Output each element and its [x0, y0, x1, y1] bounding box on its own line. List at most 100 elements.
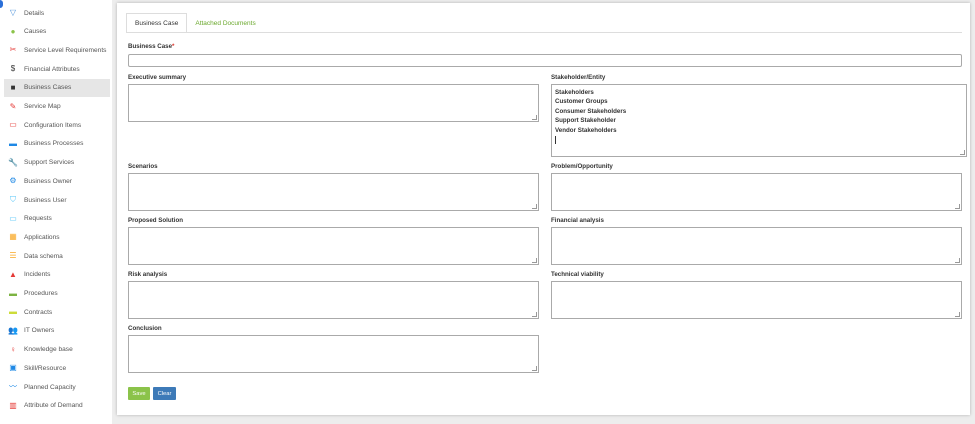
sidebar-item-label: Financial Attributes — [24, 65, 80, 73]
stakeholder-line: Vendor Stakeholders — [555, 126, 617, 134]
clear-button[interactable]: Clear — [153, 387, 176, 400]
grid-icon: ▦ — [9, 232, 17, 242]
pencil-icon: ✎ — [9, 101, 17, 111]
causes-icon: ● — [10, 26, 16, 36]
sidebar-item-label: Procedures — [24, 290, 58, 297]
sidebar-item-contracts[interactable]: ▬ Contracts — [4, 303, 110, 321]
suitcase-icon: ▬ — [9, 138, 17, 148]
sidebar-item-procedures[interactable]: ▬ Procedures — [4, 285, 110, 303]
sidebar-item-label: Business Cases — [24, 84, 72, 92]
save-button[interactable]: Save — [128, 387, 150, 400]
executive-summary-label: Executive summary — [128, 74, 187, 81]
chart-line-icon: 〰 — [9, 382, 17, 391]
book-icon: ▥ — [9, 400, 17, 410]
proposed-solution-textarea[interactable] — [128, 227, 539, 265]
stakeholder-line: Consumer Stakeholders — [555, 107, 627, 115]
wrench-icon: 🔧 — [8, 157, 18, 167]
proposed-solution-label: Proposed Solution — [128, 217, 183, 224]
financial-analysis-textarea[interactable] — [551, 227, 962, 265]
sidebar-item-label: Details — [24, 9, 45, 17]
monitor-icon: ▭ — [9, 120, 17, 130]
sidebar-item-service-level-requirements[interactable]: ✂ Service Level Requirements — [4, 41, 110, 59]
stakeholder-line: Stakeholders — [555, 89, 594, 96]
id-card-icon: ▣ — [9, 363, 17, 373]
sidebar-item-business-processes[interactable]: ▬ Business Processes — [4, 135, 110, 153]
sidebar-item-business-owner[interactable]: ⚙ Business Owner — [4, 172, 110, 190]
briefcase-icon: ■ — [10, 82, 16, 92]
risk-analysis-textarea[interactable] — [128, 281, 539, 319]
financial-analysis-label: Financial analysis — [551, 217, 604, 224]
sidebar-item-it-owners[interactable]: 👥 IT Owners — [4, 322, 110, 340]
sidebar-item-applications[interactable]: ▦ Applications — [4, 228, 110, 246]
sidebar-item-data-schema[interactable]: ☰ Data schema — [4, 247, 110, 265]
sidebar-item-label: Business Owner — [24, 177, 73, 185]
sidebar-item-business-cases[interactable]: ■ Business Cases — [4, 78, 110, 97]
conclusion-textarea[interactable] — [128, 335, 539, 373]
sidebar-item-label: Knowledge base — [24, 346, 73, 354]
sidebar-item-label: Business User — [24, 196, 67, 204]
sidebar-item-label: IT Owners — [24, 327, 55, 335]
gear-icon: ⚙ — [9, 176, 17, 186]
sidebar-item-label: Business Processes — [24, 140, 84, 148]
users-icon: 👥 — [8, 325, 18, 335]
tab-business-case[interactable]: Business Case — [126, 13, 188, 33]
sidebar-item-details[interactable]: ▽ Details — [4, 4, 110, 22]
filter-icon: ▽ — [9, 8, 17, 17]
business-case-label: Business Case* — [128, 43, 174, 50]
tab-attached-documents[interactable]: Attached Documents — [187, 13, 263, 33]
business-case-input[interactable] — [128, 54, 962, 67]
technical-viability-textarea[interactable] — [551, 281, 962, 319]
sidebar-item-service-map[interactable]: ✎ Service Map — [4, 98, 110, 116]
sidebar-item-label: Incidents — [24, 271, 51, 279]
technical-viability-label: Technical viability — [551, 271, 604, 278]
lightbulb-icon: ♀ — [10, 344, 16, 354]
sidebar-item-label: Skill/Resource — [24, 364, 67, 372]
shield-icon: ⛉ — [10, 195, 16, 204]
text-caret — [555, 136, 556, 145]
sidebar-item-business-user[interactable]: ⛉ Business User — [4, 191, 110, 209]
tab-bar: Business Case Attached Documents — [126, 13, 264, 33]
folder-icon: ▬ — [9, 288, 17, 298]
sidebar-item-support-services[interactable]: 🔧 Support Services — [4, 154, 110, 172]
problem-opportunity-label: Problem/Opportunity — [551, 163, 613, 170]
conclusion-label: Conclusion — [128, 325, 162, 332]
sidebar-item-knowledge-base[interactable]: ♀ Knowledge base — [4, 341, 110, 359]
sidebar-item-configuration-items[interactable]: ▭ Configuration Items — [4, 116, 110, 134]
tools-icon: ✂ — [9, 45, 17, 55]
sidebar-item-incidents[interactable]: ▲ Incidents — [4, 266, 110, 284]
scenarios-label: Scenarios — [128, 163, 158, 170]
sidebar-item-label: Planned Capacity — [24, 383, 76, 391]
tab-divider — [126, 32, 962, 33]
sidebar-item-label: Requests — [24, 215, 52, 223]
stakeholder-entity-label: Stakeholder/Entity — [551, 74, 606, 81]
sidebar-item-label: Service Level Requirements — [24, 46, 107, 54]
sidebar-item-label: Attribute of Demand — [24, 402, 83, 410]
stakeholder-entity-textarea[interactable]: Stakeholders Customer Groups Consumer St… — [551, 84, 967, 157]
sidebar-item-requests[interactable]: ▭ Requests — [4, 210, 110, 228]
scenarios-textarea[interactable] — [128, 173, 539, 211]
sidebar-item-financial-attributes[interactable]: $ Financial Attributes — [4, 60, 110, 78]
ticket-icon: ▭ — [9, 213, 17, 223]
dollar-icon: $ — [10, 64, 16, 74]
required-mark: * — [172, 43, 175, 50]
sidebar-item-label: Service Map — [24, 103, 61, 110]
stakeholder-line: Support Stakeholder — [555, 117, 616, 125]
sidebar-item-planned-capacity[interactable]: 〰 Planned Capacity — [4, 378, 110, 396]
sidebar-item-attribute-of-demand[interactable]: ▥ Attribute of Demand — [4, 397, 110, 415]
warning-icon: ▲ — [9, 269, 17, 279]
business-case-label-text: Business Case — [128, 43, 173, 50]
sidebar-item-label: Configuration Items — [24, 121, 82, 129]
problem-opportunity-textarea[interactable] — [551, 173, 962, 211]
sidebar-item-label: Contracts — [24, 308, 53, 316]
business-case-panel: Business Case Attached Documents Busines… — [117, 3, 970, 415]
sidebar-item-causes[interactable]: ● Causes — [4, 23, 110, 41]
sidebar-item-skill-resource[interactable]: ▣ Skill/Resource — [4, 359, 110, 377]
risk-analysis-label: Risk analysis — [128, 271, 168, 278]
sidebar: ▽ Details ● Causes ✂ Service Level Requiremen… — [0, 0, 112, 424]
executive-summary-textarea[interactable] — [128, 84, 539, 122]
sidebar-item-label: Causes — [24, 28, 47, 36]
sidebar-item-label: Support Services — [24, 159, 75, 167]
stakeholder-line: Customer Groups — [555, 98, 608, 106]
sidebar-item-label: Data schema — [24, 252, 63, 260]
list-icon: ☰ — [9, 251, 17, 261]
